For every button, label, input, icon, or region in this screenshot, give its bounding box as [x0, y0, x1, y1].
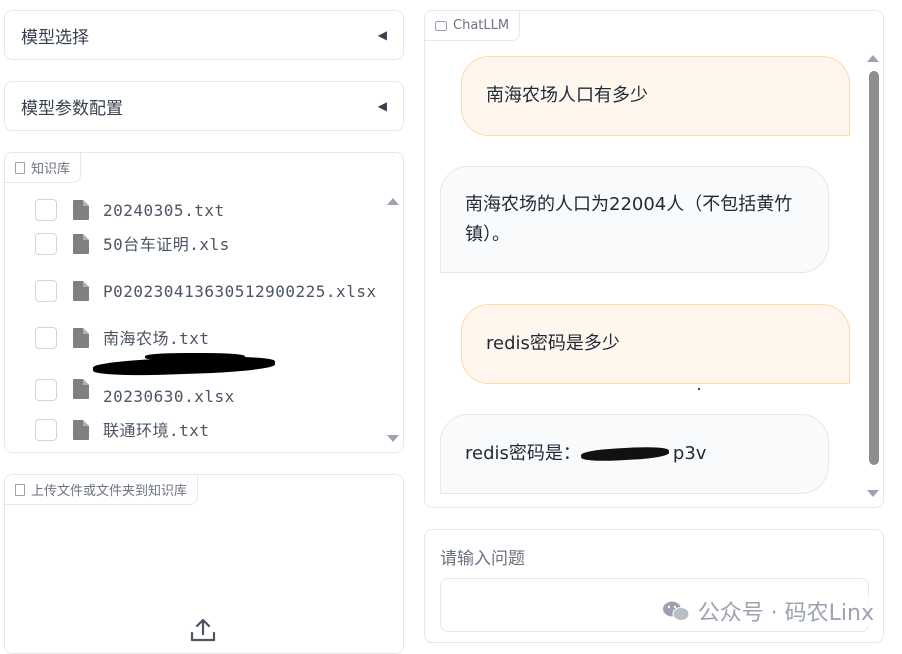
upload-panel[interactable]: 上传文件或文件夹到知识库 [4, 474, 404, 654]
file-name: 南海农场.txt [103, 328, 210, 348]
knowledge-base-label: 知识库 [5, 153, 82, 183]
file-name: 20230630.xlsx [103, 387, 235, 406]
user-message: redis密码是多少 [461, 304, 850, 384]
model-select-header[interactable]: 模型选择 ◀ [5, 11, 403, 59]
upload-label-text: 上传文件或文件夹到知识库 [31, 484, 188, 499]
input-label: 请输入问题 [440, 549, 525, 569]
redaction-mark [145, 353, 245, 361]
wechat-icon [662, 601, 690, 621]
knowledge-base-label-text: 知识库 [31, 162, 71, 177]
bot-message: redis密码是： p3v [440, 414, 829, 494]
bot-message-text: redis密码是： [465, 443, 581, 464]
model-params-header[interactable]: 模型参数配置 ◀ [5, 82, 403, 130]
file-row[interactable]: 20240305.txt [35, 193, 395, 227]
watermark-text: 公众号 · 码农Linx [697, 601, 874, 626]
model-select-title: 模型选择 [21, 27, 89, 48]
model-params-accordion[interactable]: 模型参数配置 ◀ [4, 81, 404, 131]
user-message-text: 南海农场人口有多少 [486, 85, 648, 106]
scroll-up-arrow-icon[interactable] [387, 198, 399, 205]
file-checkbox[interactable] [35, 419, 57, 441]
file-row[interactable]: 联通环境.txt [35, 413, 395, 447]
file-icon [15, 161, 25, 174]
file-name: 50台车证明.xls [103, 234, 230, 254]
password-suffix: p3v [672, 443, 707, 464]
file-name: 20240305.txt [103, 200, 225, 220]
document-icon [73, 420, 89, 440]
upload-label: 上传文件或文件夹到知识库 [5, 475, 199, 505]
chat-label: ChatLLM [425, 11, 521, 41]
document-icon [73, 200, 89, 220]
chat-scrollbar-thumb[interactable] [869, 71, 879, 465]
file-checkbox[interactable] [35, 233, 57, 255]
file-icon [15, 483, 25, 496]
chat-bubble-icon [435, 20, 447, 31]
model-select-accordion[interactable]: 模型选择 ◀ [4, 10, 404, 60]
file-checkbox[interactable] [35, 327, 57, 349]
small-dot [698, 388, 700, 390]
upload-icon[interactable] [189, 616, 217, 644]
scroll-down-arrow-icon[interactable] [387, 435, 399, 442]
file-name: P020230413630512900225.xlsx [103, 281, 377, 301]
file-checkbox[interactable] [35, 379, 57, 401]
bot-message-text: 南海农场的人口为22004人（不包括黄竹镇）。 [465, 193, 793, 245]
collapse-triangle-icon[interactable]: ◀ [378, 28, 387, 42]
redacted-password [580, 445, 673, 463]
file-name: 联通环境.txt [103, 420, 210, 440]
file-checkbox[interactable] [35, 199, 57, 221]
user-message-text: redis密码是多少 [486, 333, 620, 354]
scroll-up-arrow-icon[interactable] [867, 55, 879, 62]
collapse-triangle-icon[interactable]: ◀ [378, 99, 387, 113]
watermark: 公众号 · 码农Linx [661, 595, 874, 627]
document-icon [73, 281, 89, 301]
model-params-title: 模型参数配置 [21, 98, 123, 119]
file-list: 20240305.txt 50台车证明.xls P020230413630512… [35, 193, 395, 447]
bot-message: 南海农场的人口为22004人（不包括黄竹镇）。 [440, 166, 829, 273]
scroll-down-arrow-icon[interactable] [867, 490, 879, 497]
knowledge-base-panel: 知识库 20240305.txt 50台车证明.xls P02023041363… [4, 152, 404, 453]
file-row[interactable]: P020230413630512900225.xlsx [35, 261, 395, 321]
document-icon [73, 379, 89, 399]
file-row[interactable]: 50台车证明.xls [35, 227, 395, 261]
user-message: 南海农场人口有多少 [461, 56, 850, 136]
document-icon [73, 234, 89, 254]
file-checkbox[interactable] [35, 280, 57, 302]
chat-panel: ChatLLM 南海农场人口有多少 南海农场的人口为22004人（不包括黄竹镇）… [424, 10, 884, 508]
file-row[interactable]: 南海农场.txt [35, 321, 395, 355]
chat-label-text: ChatLLM [453, 18, 510, 33]
document-icon [73, 328, 89, 348]
